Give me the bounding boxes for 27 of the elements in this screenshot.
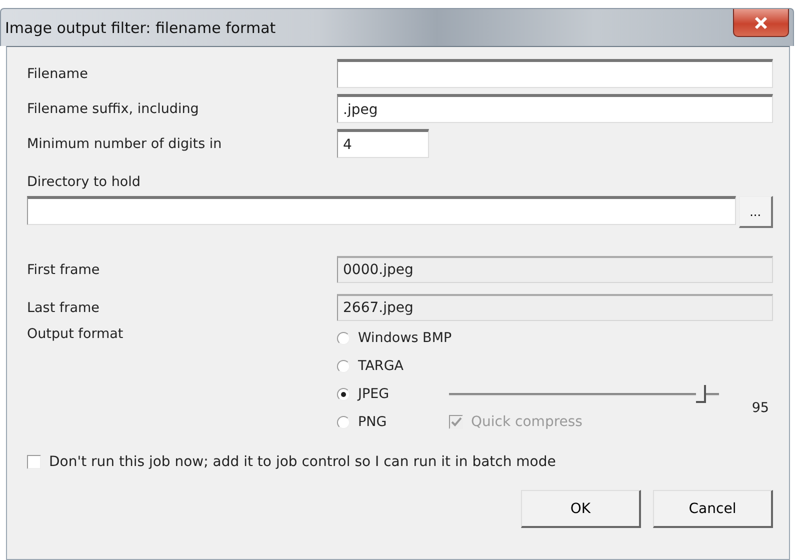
field-label: Minimum number of digits in <box>27 136 223 152</box>
check-icon <box>450 417 462 427</box>
quality-slider[interactable] <box>449 385 719 403</box>
radio-button[interactable]: PNG <box>337 410 387 434</box>
field-label: Directory to hold <box>27 174 142 190</box>
text-field[interactable]: 4 <box>337 129 429 158</box>
cancel-button[interactable]: Cancel <box>653 490 773 528</box>
radio-button[interactable]: Windows BMP <box>337 326 452 350</box>
field-label: First frame <box>27 262 101 278</box>
close-icon <box>754 16 768 30</box>
frame-field[interactable]: 2667.jpeg <box>337 294 773 321</box>
close-button[interactable] <box>733 9 789 37</box>
ok-button[interactable]: OK <box>521 490 641 528</box>
text-field[interactable] <box>337 59 773 88</box>
text-field[interactable]: .jpeg <box>337 94 773 123</box>
frame-field[interactable]: 0000.jpeg <box>337 256 773 283</box>
field-label: Last frame <box>27 300 100 316</box>
field-label: Output format <box>27 326 124 342</box>
quality-value: 95 <box>752 400 769 416</box>
radio-button[interactable]: TARGA <box>337 354 404 378</box>
browse-button[interactable]: ... <box>738 196 773 228</box>
window-title: Image output filter: filename format <box>5 18 276 36</box>
field-label: Filename suffix, including <box>27 100 200 116</box>
batch-checkbox[interactable]: Don't run this job now; add it to job control so I can run it in batch mode <box>27 454 773 470</box>
radio-button[interactable]: JPEG <box>337 382 390 406</box>
field-label: Filename <box>27 66 89 82</box>
directory-field[interactable] <box>27 196 736 225</box>
